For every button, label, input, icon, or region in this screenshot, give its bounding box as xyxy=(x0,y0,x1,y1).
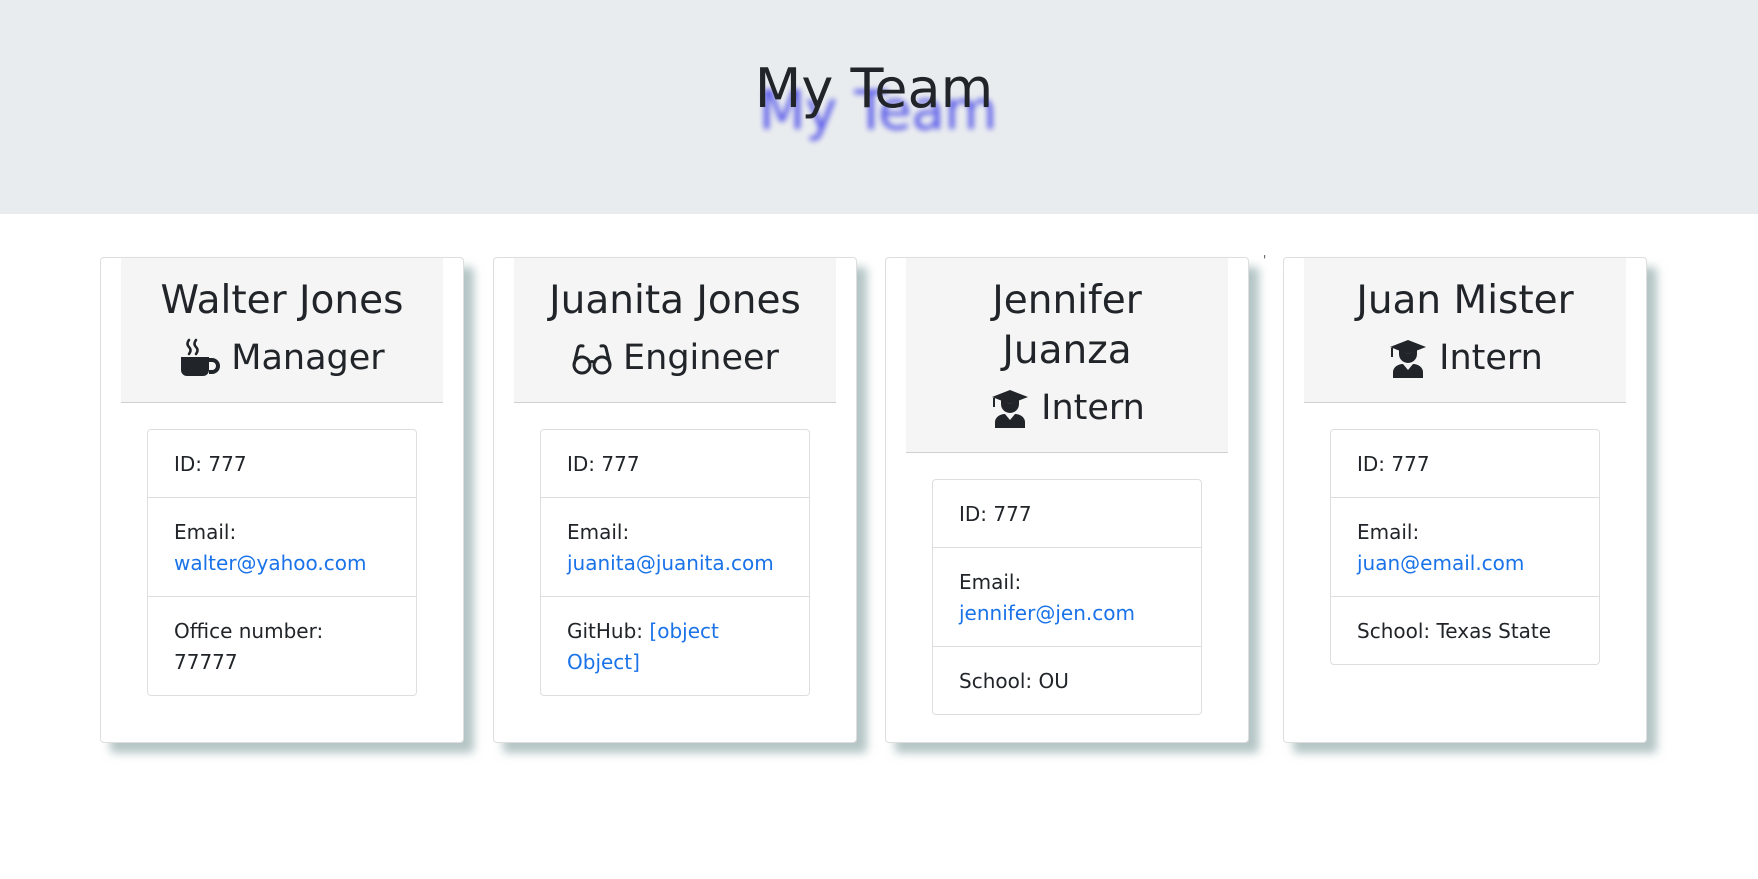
card-header: Juan Mister Intern xyxy=(1304,258,1626,403)
user-graduate-icon xyxy=(992,390,1029,428)
employee-email: Email: juanita@juanita.com xyxy=(541,498,809,597)
employee-id: ID: 777 xyxy=(541,430,809,498)
employee-card-engineer: Juanita Jones Engineer ID: 777 Email: ju… xyxy=(493,257,857,743)
employee-info-list: ID: 777 Email: juan@email.com School: Te… xyxy=(1330,429,1600,665)
github-label: GitHub: xyxy=(567,619,644,643)
employee-email: Email: juan@email.com xyxy=(1331,498,1599,597)
employee-role-label: Intern xyxy=(1041,388,1145,428)
employee-id: ID: 777 xyxy=(933,480,1201,548)
employee-role: Intern xyxy=(1310,338,1620,378)
employee-school: School: Texas State xyxy=(1357,619,1552,643)
employee-email: Email: jennifer@jen.com xyxy=(933,548,1201,647)
card-header: Juanita Jones Engineer xyxy=(514,258,836,403)
employee-github: GitHub: [object Object] xyxy=(541,597,809,695)
stray-mark: ' xyxy=(1263,253,1267,267)
email-label: Email: xyxy=(959,570,1022,594)
page-title-wrap: My Team My Team xyxy=(0,56,1748,142)
employee-office-number: Office number: 77777 xyxy=(174,619,324,674)
employee-name: Juanita Jones xyxy=(549,278,801,323)
employee-card-intern-2: Juan Mister Intern ID: 777 Email: juan@e… xyxy=(1283,257,1647,743)
page-title: My Team My Team xyxy=(754,56,997,142)
employee-school: School: OU xyxy=(959,669,1069,693)
user-graduate-icon xyxy=(1390,340,1427,378)
employee-info-list: ID: 777 Email: walter@yahoo.com Office n… xyxy=(147,429,417,696)
employee-email: Email: walter@yahoo.com xyxy=(148,498,416,597)
employee-id: ID: 777 xyxy=(1331,430,1599,498)
card-body: ID: 777 Email: juan@email.com School: Te… xyxy=(1284,403,1646,685)
employee-role: Engineer xyxy=(520,338,830,378)
employee-role-label: Intern xyxy=(1439,338,1543,378)
glasses-icon xyxy=(572,344,612,375)
employee-card-manager: Walter Jones Manager ID: 777 Email: walt… xyxy=(100,257,464,743)
email-link[interactable]: walter@yahoo.com xyxy=(174,551,367,575)
employee-name: Juan Mister xyxy=(1356,278,1574,323)
employee-info-list: ID: 777 Email: juanita@juanita.com GitHu… xyxy=(540,429,810,696)
card-header: Jennifer Juanza Intern xyxy=(906,258,1228,453)
employee-role: Intern xyxy=(912,388,1222,428)
email-link[interactable]: juan@email.com xyxy=(1357,551,1524,575)
email-link[interactable]: jennifer@jen.com xyxy=(959,601,1135,625)
email-label: Email: xyxy=(1357,520,1420,544)
mug-hot-icon xyxy=(181,338,221,376)
employee-name: Walter Jones xyxy=(160,278,404,323)
employee-info-list: ID: 777 Email: jennifer@jen.com School: … xyxy=(932,479,1202,715)
email-label: Email: xyxy=(567,520,630,544)
card-body: ID: 777 Email: juanita@juanita.com GitHu… xyxy=(494,403,856,716)
employee-id: ID: 777 xyxy=(148,430,416,498)
card-body: ID: 777 Email: jennifer@jen.com School: … xyxy=(886,453,1248,735)
email-link[interactable]: juanita@juanita.com xyxy=(567,551,774,575)
employee-role-label: Engineer xyxy=(623,338,779,378)
card-body: ID: 777 Email: walter@yahoo.com Office n… xyxy=(101,403,463,716)
employee-role: Manager xyxy=(127,338,437,378)
employee-name: Jennifer Juanza xyxy=(992,278,1142,373)
card-header: Walter Jones Manager xyxy=(121,258,443,403)
employee-role-label: Manager xyxy=(231,338,385,378)
email-label: Email: xyxy=(174,520,237,544)
page-title-text: My Team xyxy=(754,57,994,120)
employee-card-intern-1: Jennifer Juanza Intern ID: 777 Email: je… xyxy=(885,257,1249,743)
